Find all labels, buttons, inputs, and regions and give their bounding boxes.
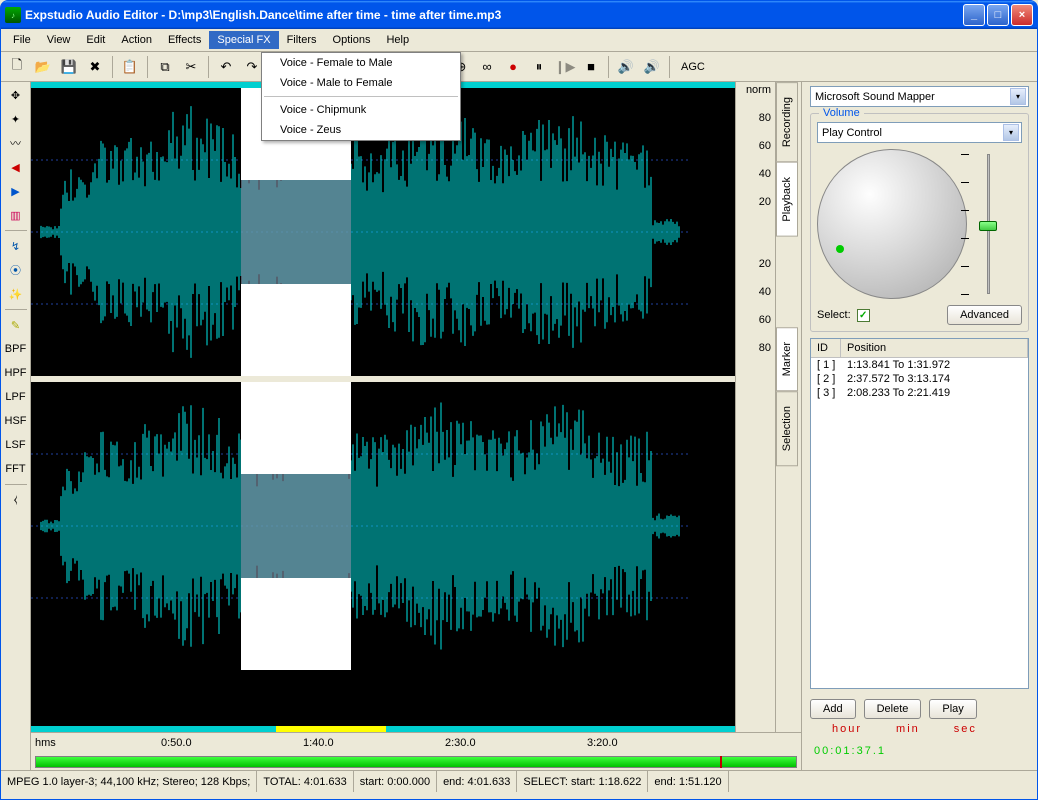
speaker-right-icon[interactable]: 🔊: [640, 55, 664, 79]
marker-row[interactable]: [ 2 ]2:37.572 To 3:13.174: [811, 372, 1028, 386]
slider-thumb[interactable]: [979, 221, 997, 231]
menu-action[interactable]: Action: [113, 31, 160, 49]
delete-marker-button[interactable]: Delete: [864, 699, 922, 719]
play-marker-button[interactable]: Play: [929, 699, 976, 719]
advanced-button[interactable]: Advanced: [947, 305, 1022, 325]
dropdown-chipmunk[interactable]: Voice - Chipmunk: [262, 100, 460, 120]
app-icon: ♪: [5, 7, 21, 23]
menu-specialfx[interactable]: Special FX: [209, 31, 278, 49]
right-vertical-tabs: Recording Playback Marker Selection: [775, 82, 801, 732]
overview-bar[interactable]: [35, 756, 797, 768]
menu-help[interactable]: Help: [378, 31, 417, 49]
save-icon[interactable]: 💾: [57, 55, 81, 79]
waveform-canvas[interactable]: [31, 82, 735, 732]
open-file-icon[interactable]: 📂: [31, 55, 55, 79]
play-control-select[interactable]: Play Control ▾: [817, 122, 1022, 143]
tool-broadcast-icon[interactable]: ⦿: [4, 259, 28, 281]
specialfx-dropdown: Voice - Female to Male Voice - Male to F…: [261, 52, 461, 141]
paste-icon[interactable]: 📋: [118, 55, 142, 79]
marker-list[interactable]: ID Position [ 1 ]1:13.841 To 1:31.972 [ …: [810, 338, 1029, 689]
window-title: Expstudio Audio Editor - D:\mp3\English.…: [25, 8, 963, 22]
cut-icon[interactable]: ✂: [179, 55, 203, 79]
status-sel-end: end: 1:51.120: [648, 771, 728, 792]
tool-fx-icon[interactable]: ✨: [4, 283, 28, 305]
undo-icon[interactable]: ↶: [214, 55, 238, 79]
overview-cursor[interactable]: [720, 756, 722, 768]
tab-selection[interactable]: Selection: [776, 391, 798, 466]
tool-eq-icon[interactable]: ⧼: [4, 489, 28, 511]
stop-icon[interactable]: ■: [579, 55, 603, 79]
status-format: MPEG 1.0 layer-3; 44,100 kHz; Stereo; 12…: [1, 771, 257, 792]
step-icon[interactable]: ❙▶: [553, 55, 577, 79]
select-label: Select:: [817, 309, 851, 321]
tool-pencil-icon[interactable]: ✎: [4, 314, 28, 336]
menu-file[interactable]: File: [5, 31, 39, 49]
dropdown-female-to-male[interactable]: Voice - Female to Male: [262, 53, 460, 73]
pan-knob[interactable]: [817, 149, 967, 299]
new-file-icon[interactable]: 🗋: [5, 55, 29, 79]
chevron-down-icon[interactable]: ▾: [1003, 124, 1019, 141]
record-icon[interactable]: ●: [501, 55, 525, 79]
tool-lpf[interactable]: LPF: [4, 386, 28, 408]
status-start: start: 0:00.000: [354, 771, 437, 792]
tool-lsf[interactable]: LSF: [4, 434, 28, 456]
marker-row[interactable]: [ 3 ]2:08.233 To 2:21.419: [811, 386, 1028, 400]
status-end: end: 4:01.633: [437, 771, 517, 792]
tool-hsf[interactable]: HSF: [4, 410, 28, 432]
loop-icon[interactable]: ∞: [475, 55, 499, 79]
pause-icon[interactable]: ⏸: [527, 55, 551, 79]
device-select[interactable]: Microsoft Sound Mapper ▾: [810, 86, 1029, 107]
waveform-area: norm 80 60 40 20 20 40 60 80 Recording P…: [31, 82, 801, 770]
close-button[interactable]: ×: [1011, 4, 1033, 26]
agc-label[interactable]: AGC: [675, 61, 711, 73]
dropdown-zeus[interactable]: Voice - Zeus: [262, 120, 460, 140]
copy-icon[interactable]: ⧉: [153, 55, 177, 79]
tab-playback[interactable]: Playback: [776, 162, 798, 237]
status-total: TOTAL: 4:01.633: [257, 771, 353, 792]
menu-options[interactable]: Options: [325, 31, 379, 49]
select-checkbox[interactable]: ✓: [857, 309, 870, 322]
title-bar: ♪ Expstudio Audio Editor - D:\mp3\Englis…: [1, 1, 1037, 29]
time-ruler[interactable]: hms 0:50.0 1:40.0 2:30.0 3:20.0: [31, 732, 801, 756]
tool-bpf[interactable]: BPF: [4, 338, 28, 360]
volume-group: Volume Play Control ▾ Select: ✓: [810, 113, 1029, 332]
time-display: hour min sec 00:01:37.1: [810, 725, 1029, 766]
tool-arrows-icon[interactable]: ✥: [4, 84, 28, 106]
tab-recording[interactable]: Recording: [776, 82, 798, 162]
chevron-down-icon[interactable]: ▾: [1010, 88, 1026, 105]
menu-edit[interactable]: Edit: [78, 31, 113, 49]
tool-red-icon[interactable]: ◀: [4, 156, 28, 178]
tool-wave-icon[interactable]: 〰: [4, 132, 28, 154]
status-sel-start: SELECT: start: 1:18.622: [517, 771, 648, 792]
tool-blue-icon[interactable]: ▶: [4, 180, 28, 202]
left-toolbar: ✥ ✦ 〰 ◀ ▶ ▥ ↯ ⦿ ✨ ✎ BPF HPF LPF HSF LSF …: [1, 82, 31, 770]
marker-row[interactable]: [ 1 ]1:13.841 To 1:31.972: [811, 358, 1028, 372]
volume-slider[interactable]: [975, 149, 1001, 299]
right-panel: Microsoft Sound Mapper ▾ Volume Play Con…: [801, 82, 1037, 770]
menu-effects[interactable]: Effects: [160, 31, 209, 49]
tool-swap-icon[interactable]: ↯: [4, 235, 28, 257]
tool-fft[interactable]: FFT: [4, 458, 28, 480]
dropdown-separator: [264, 96, 458, 97]
toolbar: 🗋 📂 💾 ✖ 📋 ⧉ ✂ ↶ ↷ ◂ ▸ 🔍 🔍 🔍 ▶ ⊕ ∞ ● ⏸ ❙▶…: [1, 52, 1037, 82]
tool-trim-icon[interactable]: ✦: [4, 108, 28, 130]
tab-marker[interactable]: Marker: [776, 327, 798, 391]
amplitude-scale: norm 80 60 40 20 20 40 60 80: [735, 82, 775, 732]
marker-header-position[interactable]: Position: [841, 339, 1028, 357]
menu-filters[interactable]: Filters: [279, 31, 325, 49]
menu-bar: File View Edit Action Effects Special FX…: [1, 29, 1037, 52]
maximize-button[interactable]: □: [987, 4, 1009, 26]
marker-header-id[interactable]: ID: [811, 339, 841, 357]
menu-view[interactable]: View: [39, 31, 79, 49]
tool-bars-icon[interactable]: ▥: [4, 204, 28, 226]
speaker-left-icon[interactable]: 🔊: [614, 55, 638, 79]
dropdown-male-to-female[interactable]: Voice - Male to Female: [262, 73, 460, 93]
add-marker-button[interactable]: Add: [810, 699, 856, 719]
status-bar: MPEG 1.0 layer-3; 44,100 kHz; Stereo; 12…: [1, 770, 1037, 792]
cancel-icon[interactable]: ✖: [83, 55, 107, 79]
tool-hpf[interactable]: HPF: [4, 362, 28, 384]
minimize-button[interactable]: _: [963, 4, 985, 26]
